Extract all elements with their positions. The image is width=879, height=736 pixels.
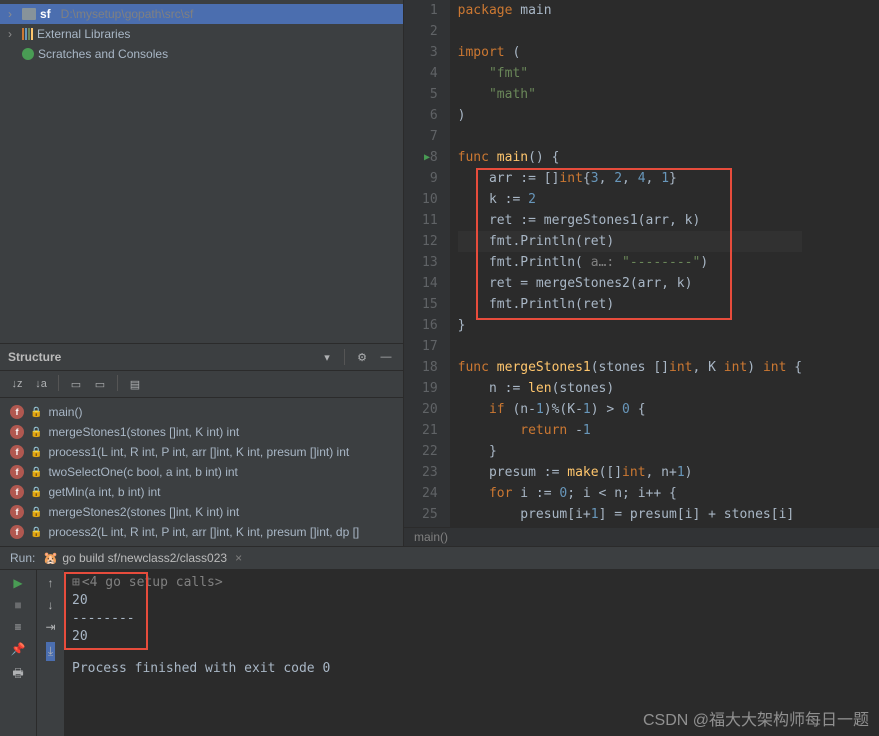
breadcrumb[interactable]: main()	[404, 527, 879, 546]
gear-icon[interactable]: ⚙	[353, 348, 371, 366]
external-libraries-label: External Libraries	[37, 27, 130, 41]
run-panel: Run: 🐹 go build sf/newclass2/class023 × …	[0, 546, 879, 736]
sort-icon[interactable]: ↓z	[8, 375, 26, 393]
lock-icon: 🔒	[30, 447, 42, 458]
code-content[interactable]: package main import ( "fmt" "math") func…	[450, 0, 810, 527]
struct-item[interactable]: f🔒mergeStones2(stones []int, K int) int	[0, 502, 403, 522]
run-header: Run: 🐹 go build sf/newclass2/class023 ×	[0, 547, 879, 570]
structure-list[interactable]: f🔒main() f🔒mergeStones1(stones []int, K …	[0, 398, 403, 546]
scratch-icon	[22, 48, 34, 60]
tree-scratches[interactable]: Scratches and Consoles	[0, 44, 403, 64]
filter-icon[interactable]: ▤	[126, 375, 144, 393]
struct-item[interactable]: f🔒process2(L int, R int, P int, arr []in…	[0, 522, 403, 542]
rerun-icon[interactable]: ▶	[13, 576, 22, 590]
func-icon: f	[10, 485, 24, 499]
editor[interactable]: 12345678▶9101112131415161718192021222324…	[404, 0, 879, 546]
lock-icon: 🔒	[30, 407, 42, 418]
run-toolbar-left: ▶ ■ ≡ 📌 🖶	[0, 570, 36, 736]
up-icon[interactable]: ↑	[48, 576, 54, 590]
struct-item[interactable]: f🔒main()	[0, 402, 403, 422]
pin-icon[interactable]: 📌	[11, 642, 26, 656]
console-line: --------	[72, 610, 871, 628]
library-icon	[22, 28, 33, 40]
structure-header: Structure ▾ ⚙ —	[0, 344, 403, 371]
project-tree[interactable]: › sf D:\mysetup\gopath\src\sf › External…	[0, 0, 403, 343]
scratches-label: Scratches and Consoles	[38, 47, 168, 61]
func-icon: f	[10, 405, 24, 419]
scroll-icon[interactable]: ⤓	[46, 642, 55, 661]
go-icon: 🐹	[43, 551, 58, 565]
collapse-all-icon[interactable]: ▭	[91, 375, 109, 393]
layout-icon[interactable]: ≡	[14, 620, 21, 634]
func-icon: f	[10, 525, 24, 539]
project-panel: › sf D:\mysetup\gopath\src\sf › External…	[0, 0, 404, 546]
folder-icon	[22, 8, 36, 20]
func-icon: f	[10, 465, 24, 479]
structure-toolbar: ↓z ↓a ▭ ▭ ▤	[0, 371, 403, 398]
print-icon[interactable]: 🖶	[12, 664, 23, 685]
tree-external-libraries[interactable]: › External Libraries	[0, 24, 403, 44]
func-icon: f	[10, 445, 24, 459]
run-toolbar-nav: ↑ ↓ ⇥ ⤓	[36, 570, 64, 736]
watermark: CSDN @福大大架构师每日一题	[643, 712, 869, 730]
chevron-right-icon[interactable]: ›	[8, 7, 18, 21]
run-tab[interactable]: 🐹 go build sf/newclass2/class023 ×	[43, 551, 242, 565]
lock-icon: 🔒	[30, 487, 42, 498]
lock-icon: 🔒	[30, 427, 42, 438]
struct-item[interactable]: f🔒process1(L int, R int, P int, arr []in…	[0, 442, 403, 462]
collapse-icon[interactable]: ▾	[318, 348, 336, 366]
root-name: sf	[40, 7, 51, 21]
minimize-icon[interactable]: —	[377, 348, 395, 366]
stop-icon[interactable]: ■	[14, 598, 21, 612]
lock-icon: 🔒	[30, 507, 42, 518]
console-line: 20	[72, 592, 871, 610]
lock-icon: 🔒	[30, 527, 42, 538]
struct-item[interactable]: f🔒getMin(a int, b int) int	[0, 482, 403, 502]
run-label: Run:	[10, 551, 35, 565]
struct-item[interactable]: f🔒twoSelectOne(c bool, a int, b int) int	[0, 462, 403, 482]
run-console[interactable]: ⊞<4 go setup calls> 20 -------- 20 Proce…	[64, 570, 879, 736]
structure-title: Structure	[8, 350, 61, 364]
sort-alpha-icon[interactable]: ↓a	[32, 375, 50, 393]
exit-line: Process finished with exit code 0	[72, 660, 871, 678]
lock-icon: 🔒	[30, 467, 42, 478]
down-icon[interactable]: ↓	[48, 598, 54, 612]
expand-icon[interactable]: ▭	[67, 375, 85, 393]
tree-root[interactable]: › sf D:\mysetup\gopath\src\sf	[0, 4, 403, 24]
func-icon: f	[10, 505, 24, 519]
wrap-icon[interactable]: ⇥	[45, 620, 55, 634]
func-icon: f	[10, 425, 24, 439]
console-line: 20	[72, 628, 871, 646]
fold-icon[interactable]: ⊞	[72, 574, 80, 592]
chevron-right-icon[interactable]: ›	[8, 27, 18, 41]
close-icon[interactable]: ×	[235, 551, 242, 565]
struct-item[interactable]: f🔒mergeStones1(stones []int, K int) int	[0, 422, 403, 442]
gutter[interactable]: 12345678▶9101112131415161718192021222324…	[404, 0, 450, 527]
structure-panel: Structure ▾ ⚙ — ↓z ↓a ▭ ▭ ▤ f🔒main() f	[0, 343, 403, 546]
root-path: D:\mysetup\gopath\src\sf	[61, 7, 194, 21]
